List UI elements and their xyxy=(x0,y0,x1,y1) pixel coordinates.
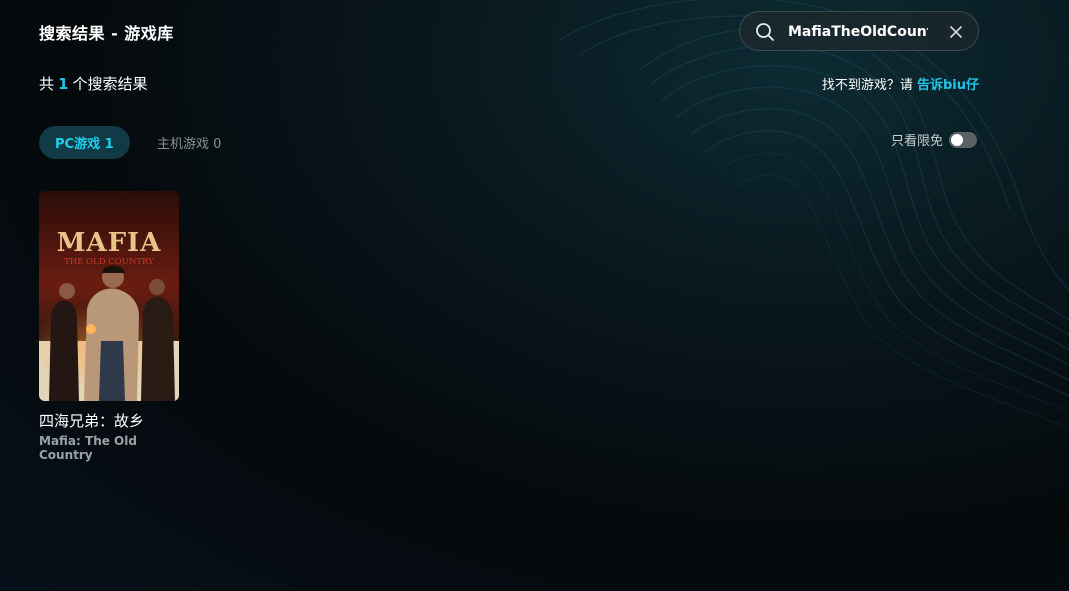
game-title-en: Mafia: The Old Country xyxy=(39,434,137,462)
feedback-text: 找不到游戏？请 xyxy=(821,78,917,93)
search-icon xyxy=(756,23,774,41)
game-cover-art: MAFIA THE OLD COUNTRY xyxy=(39,191,179,401)
feedback-prompt: 找不到游戏？请 告诉biu仔 xyxy=(822,74,979,93)
tab-pc-games[interactable]: PC游戏 1 xyxy=(39,126,130,159)
feedback-link[interactable]: 告诉biu仔 xyxy=(917,78,979,93)
toggle-knob xyxy=(951,133,964,146)
page-title: 搜索结果 - 游戏库 xyxy=(39,24,174,43)
free-only-filter[interactable]: 只看限免 xyxy=(891,130,978,149)
game-title-cn[interactable]: 四海兄弟：故乡 xyxy=(39,410,179,431)
cover-subtitle: THE OLD COUNTRY xyxy=(64,257,154,267)
close-icon[interactable] xyxy=(948,24,964,40)
search-input[interactable] xyxy=(788,20,928,44)
result-count: 共 1 个搜索结果 xyxy=(39,73,147,94)
free-only-toggle[interactable] xyxy=(949,131,978,148)
result-count-number: 1 xyxy=(58,75,69,93)
free-only-label: 只看限免 xyxy=(891,134,944,149)
search-box[interactable] xyxy=(739,11,979,51)
game-card[interactable]: MAFIA THE OLD COUNTRY 四海兄弟：故乡 Mafia: The… xyxy=(39,191,179,462)
game-cover[interactable]: MAFIA THE OLD COUNTRY xyxy=(39,191,179,401)
tab-console-games[interactable]: 主机游戏 0 xyxy=(157,126,221,159)
result-count-prefix: 共 xyxy=(39,75,55,93)
result-count-suffix: 个搜索结果 xyxy=(72,75,148,93)
cover-title: MAFIA xyxy=(57,228,162,258)
